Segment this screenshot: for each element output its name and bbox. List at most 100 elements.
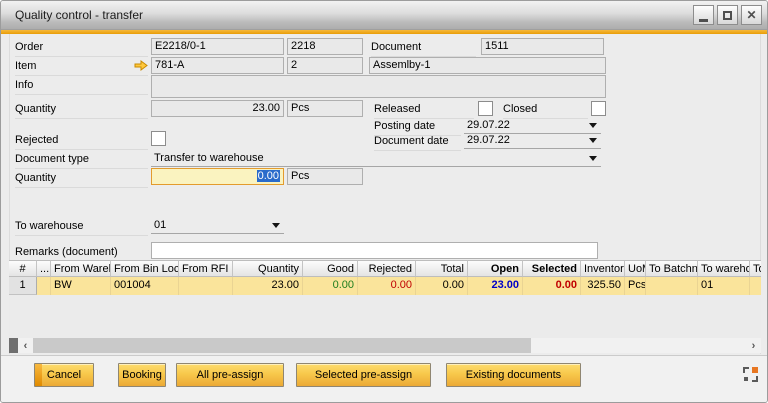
document-type-select[interactable]: Transfer to warehouse xyxy=(151,150,601,167)
focus-indicator xyxy=(35,364,42,386)
link-arrow-icon[interactable] xyxy=(134,60,148,71)
scrollbar-thumb[interactable] xyxy=(33,338,531,353)
window-title: Quality control - transfer xyxy=(15,1,143,29)
column-header-uom[interactable]: UoM xyxy=(625,260,646,277)
column-header-to-warehouse[interactable]: To warehou xyxy=(698,260,750,277)
chevron-down-icon xyxy=(589,123,597,128)
info-field xyxy=(151,75,606,98)
accent-bar xyxy=(1,30,767,34)
cell-inventory[interactable]: 325.50 xyxy=(581,277,625,295)
cell-from-rfid[interactable] xyxy=(179,277,233,295)
column-header-quantity[interactable]: Quantity xyxy=(233,260,303,277)
cell-from-warehouse[interactable]: BW xyxy=(51,277,111,295)
cancel-button-label: Cancel xyxy=(47,369,81,381)
close-icon: ✕ xyxy=(746,9,756,21)
column-header-inventory[interactable]: Inventory xyxy=(581,260,625,277)
item-description-field: Assemlby-1 xyxy=(369,57,606,74)
scrollbar-corner-block xyxy=(9,338,18,353)
column-header-to[interactable]: To xyxy=(750,260,761,277)
cell-quantity[interactable]: 23.00 xyxy=(233,277,303,295)
chevron-down-icon xyxy=(589,156,597,161)
column-header-row-number[interactable]: # xyxy=(9,260,37,277)
minimize-button[interactable] xyxy=(693,5,714,25)
column-header-rejected[interactable]: Rejected xyxy=(358,260,416,277)
cell-row-number[interactable]: 1 xyxy=(9,277,37,295)
selected-text: 0.00 xyxy=(257,170,280,182)
maximize-button[interactable] xyxy=(717,5,738,25)
booking-button[interactable]: Booking xyxy=(118,363,166,387)
order-number-field: 2218 xyxy=(287,38,363,55)
table-header-row: #...From WarehFrom Bin LocatioFrom RFIQu… xyxy=(9,260,761,277)
closed-checkbox[interactable] xyxy=(591,101,606,116)
all-pre-assign-button-label: All pre-assign xyxy=(197,369,264,381)
chevron-right-icon: › xyxy=(752,340,756,352)
cell-from-bin-location[interactable]: 001004 xyxy=(111,277,179,295)
quantity-field: 23.00 xyxy=(151,100,284,117)
document-date-value: 29.07.22 xyxy=(467,134,510,146)
column-header-selected[interactable]: Selected xyxy=(523,260,581,277)
cell-to-batch-number[interactable] xyxy=(646,277,698,295)
cell-good[interactable]: 0.00 xyxy=(303,277,358,295)
scroll-right-button[interactable]: › xyxy=(746,338,761,353)
entry-quantity-uom-field: Pcs xyxy=(287,168,363,185)
entry-quantity-label: Quantity xyxy=(15,170,148,188)
dialog-window: Quality control - transfer ✕ Order E2218… xyxy=(0,0,768,403)
item-code-field: 781-A xyxy=(151,57,284,74)
chevron-down-icon xyxy=(589,138,597,143)
document-date-label: Document date xyxy=(374,133,461,151)
footer-bar: Cancel Booking All pre-assign Selected p… xyxy=(1,355,767,403)
close-button[interactable]: ✕ xyxy=(741,5,762,25)
entry-quantity-input[interactable]: 0.00 xyxy=(151,168,284,185)
column-header-good[interactable]: Good xyxy=(303,260,358,277)
rejected-checkbox[interactable] xyxy=(151,131,166,146)
document-type-label: Document type xyxy=(15,151,148,169)
released-label: Released xyxy=(374,101,474,119)
all-pre-assign-button[interactable]: All pre-assign xyxy=(176,363,284,387)
cell-to-warehouse[interactable]: 01 xyxy=(698,277,750,295)
scroll-left-button[interactable]: ‹ xyxy=(18,338,33,353)
cell-rejected[interactable]: 0.00 xyxy=(358,277,416,295)
cell-uom[interactable]: Pcs xyxy=(625,277,646,295)
column-header-from-warehouse[interactable]: From Wareh xyxy=(51,260,111,277)
cell-selected[interactable]: 0.00 xyxy=(523,277,581,295)
cell-link[interactable] xyxy=(37,277,51,295)
remarks-input[interactable] xyxy=(151,242,598,259)
table-row[interactable]: 1BW00100423.000.000.000.0023.000.00325.5… xyxy=(9,277,761,295)
cell-to[interactable] xyxy=(750,277,761,295)
column-header-to-batch-number[interactable]: To Batchn xyxy=(646,260,698,277)
info-label: Info xyxy=(15,77,148,95)
quantity-label: Quantity xyxy=(15,101,148,119)
document-field: 1511 xyxy=(481,38,604,55)
chevron-down-icon xyxy=(272,223,280,228)
cell-open[interactable]: 23.00 xyxy=(468,277,523,295)
maximize-icon xyxy=(723,11,732,20)
column-header-from-rfid[interactable]: From RFI xyxy=(179,260,233,277)
collapse-form-icon[interactable] xyxy=(743,367,758,382)
chevron-left-icon: ‹ xyxy=(24,340,28,352)
scrollbar-track[interactable] xyxy=(531,338,746,353)
column-header-open[interactable]: Open xyxy=(468,260,523,277)
order-label: Order xyxy=(15,39,148,57)
existing-documents-button[interactable]: Existing documents xyxy=(446,363,581,387)
column-header-from-bin-location[interactable]: From Bin Locatio xyxy=(111,260,179,277)
document-label: Document xyxy=(371,39,476,57)
item-label: Item xyxy=(15,58,148,76)
horizontal-scrollbar: ‹ › xyxy=(9,338,761,353)
existing-documents-button-label: Existing documents xyxy=(466,369,561,381)
to-warehouse-value: 01 xyxy=(154,219,166,231)
column-header-total[interactable]: Total xyxy=(416,260,468,277)
minimize-icon xyxy=(699,19,708,22)
title-bar[interactable]: Quality control - transfer ✕ xyxy=(1,1,767,30)
item-line-field: 2 xyxy=(287,57,363,74)
released-checkbox[interactable] xyxy=(478,101,493,116)
to-warehouse-select[interactable]: 01 xyxy=(151,217,284,234)
booking-button-label: Booking xyxy=(122,369,162,381)
rejected-label: Rejected xyxy=(15,132,148,150)
window-controls: ✕ xyxy=(693,5,762,25)
cancel-button[interactable]: Cancel xyxy=(34,363,94,387)
line-items-table: #...From WarehFrom Bin LocatioFrom RFIQu… xyxy=(9,260,761,338)
column-header-link[interactable]: ... xyxy=(37,260,51,277)
cell-total[interactable]: 0.00 xyxy=(416,277,468,295)
document-date-select[interactable]: 29.07.22 xyxy=(464,132,601,149)
selected-pre-assign-button[interactable]: Selected pre-assign xyxy=(296,363,431,387)
